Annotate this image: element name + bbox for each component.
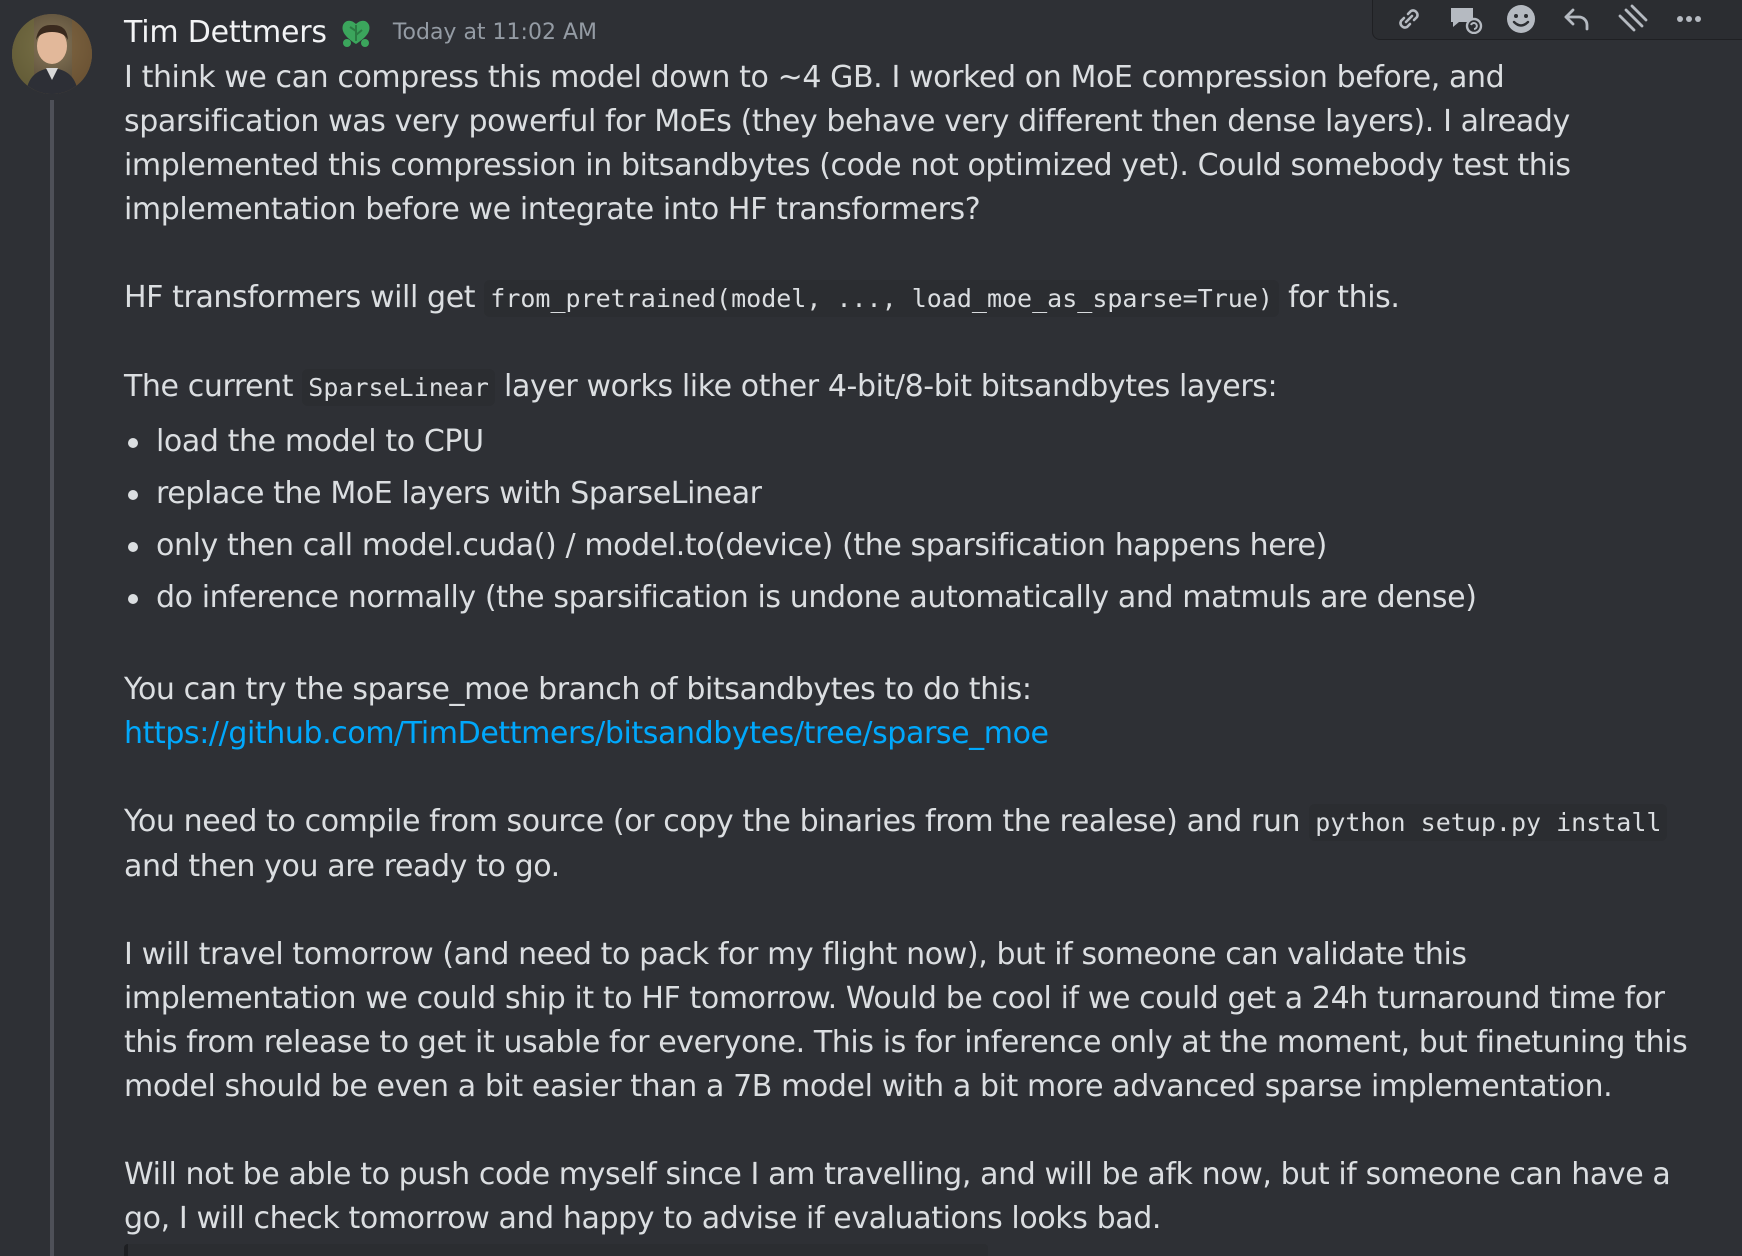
message-container: Tim Dettmers Today at 11:02 AM I think w… [0, 0, 1742, 1256]
embed-preview[interactable] [124, 1244, 988, 1256]
thread-reply-icon[interactable] [1437, 0, 1493, 39]
list-item: load the model to CPU [124, 416, 1704, 468]
green-leaf-heart-icon[interactable] [337, 13, 375, 51]
list-item: do inference normally (the sparsificatio… [124, 572, 1704, 624]
link-icon[interactable] [1381, 0, 1437, 39]
reply-icon[interactable] [1549, 0, 1605, 39]
inline-code: SparseLinear [302, 369, 495, 406]
github-link[interactable]: https://github.com/TimDettmers/bitsandby… [124, 716, 1049, 751]
username[interactable]: Tim Dettmers [124, 15, 327, 50]
message-paragraph: I think we can compress this model down … [124, 60, 1571, 227]
message-paragraph: I will travel tomorrow (and need to pack… [124, 937, 1688, 1104]
inline-code: from_pretrained(model, ..., load_moe_as_… [484, 280, 1279, 317]
add-reaction-icon[interactable] [1493, 0, 1549, 39]
text-segment: You need to compile from source (or copy… [124, 804, 1310, 839]
message-paragraph: The current SparseLinear layer works lik… [124, 365, 1704, 410]
message-paragraph: https://github.com/TimDettmers/bitsandby… [124, 712, 1704, 756]
inline-code: python setup.py install [1309, 804, 1668, 841]
text-segment: and then you are ready to go. [124, 849, 560, 884]
avatar-photo [12, 14, 92, 94]
text-segment: HF transformers will get [124, 280, 485, 315]
message-content: I think we can compress this model down … [124, 56, 1704, 1241]
text-segment: The current [124, 369, 303, 404]
message-paragraph: You can try the sparse_moe branch of bit… [124, 672, 1032, 707]
text-segment: layer works like other 4-bit/8-bit bitsa… [494, 369, 1278, 404]
bullet-list: load the model to CPU replace the MoE la… [124, 416, 1704, 624]
list-item: replace the MoE layers with SparseLinear [124, 468, 1704, 520]
message-toolbar [1372, 0, 1742, 40]
forward-icon[interactable] [1605, 0, 1661, 39]
thread-line [50, 100, 54, 1256]
message-paragraph: HF transformers will get from_pretrained… [124, 276, 1704, 321]
message-header: Tim Dettmers Today at 11:02 AM [124, 10, 597, 54]
avatar[interactable] [12, 14, 92, 94]
more-icon[interactable] [1661, 0, 1717, 39]
message-paragraph: You need to compile from source (or copy… [124, 800, 1704, 889]
text-segment: for this. [1278, 280, 1400, 315]
timestamp[interactable]: Today at 11:02 AM [393, 20, 597, 45]
list-item: only then call model.cuda() / model.to(d… [124, 520, 1704, 572]
message-paragraph: Will not be able to push code myself sin… [124, 1157, 1671, 1236]
